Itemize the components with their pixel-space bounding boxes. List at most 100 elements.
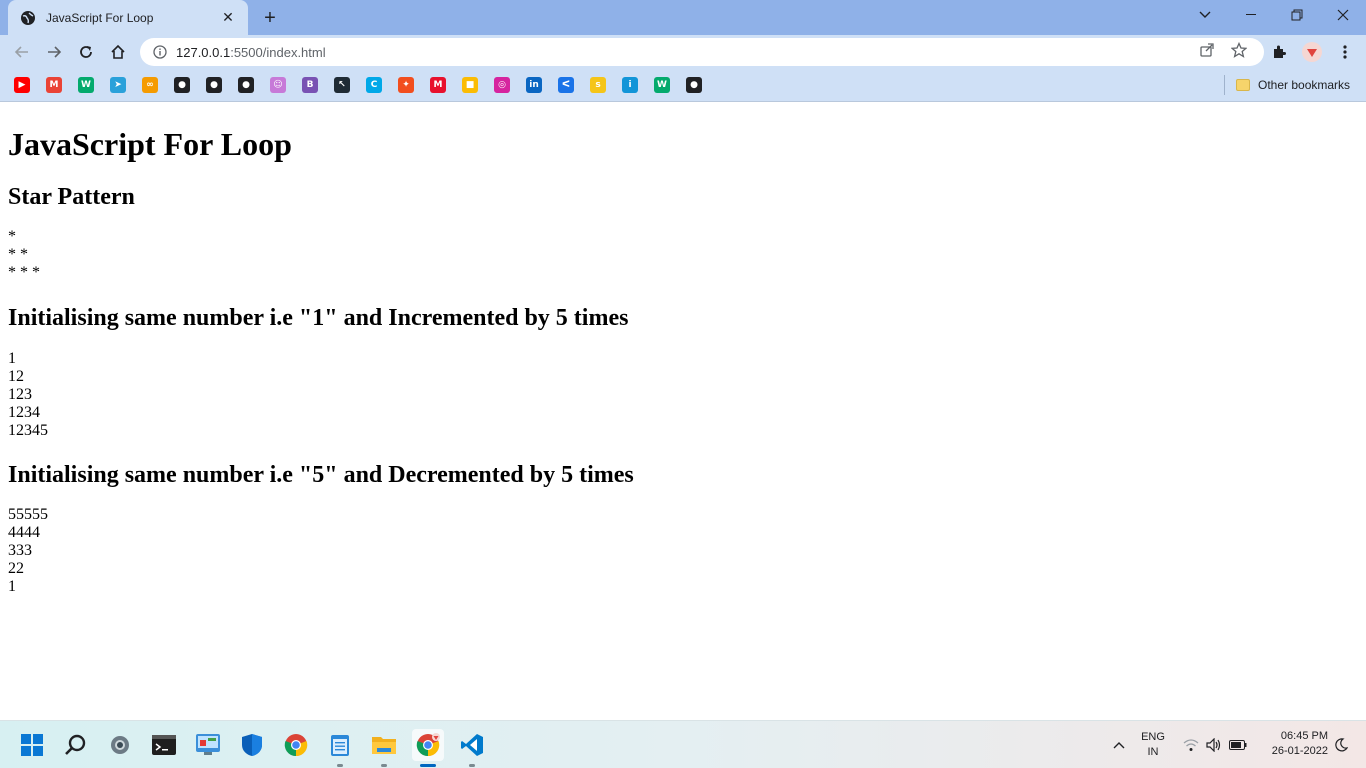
restore-button[interactable] xyxy=(1274,0,1320,30)
home-button[interactable] xyxy=(104,38,132,66)
bookmark-coursera-icon[interactable]: ∞ xyxy=(142,77,158,93)
windows-security-icon[interactable] xyxy=(236,729,268,761)
running-indicator xyxy=(381,764,387,767)
url-path: :5500/index.html xyxy=(230,44,326,60)
decrement-heading: Initialising same number i.e "5" and Dec… xyxy=(8,462,634,488)
star-heading: Star Pattern xyxy=(8,184,135,210)
page-title: JavaScript For Loop xyxy=(8,126,292,162)
share-icon[interactable] xyxy=(1198,41,1216,59)
bookmark-gmail-icon[interactable]: M xyxy=(46,77,62,93)
search-icon[interactable] xyxy=(60,729,92,761)
bookmarks-bar: Other bookmarks ▶ M W ➤ ∞ ● ● ● ☺ B ↖ C ✦ M ■ ◎ in ᐸ s i W ● xyxy=(0,69,1366,102)
minimize-button[interactable] xyxy=(1228,0,1274,30)
bookmark-keep-icon[interactable]: ■ xyxy=(462,77,478,93)
language-indicator[interactable]: ENG IN xyxy=(1136,730,1170,760)
active-indicator xyxy=(420,764,436,767)
decrement-line: 4444 xyxy=(8,524,40,541)
decrement-line: 1 xyxy=(8,578,16,595)
decrement-line: 333 xyxy=(8,542,32,559)
bookmark-cursor-icon[interactable]: ↖ xyxy=(334,77,350,93)
bookmark-kite-icon[interactable]: ᐸ xyxy=(558,77,574,93)
back-button[interactable] xyxy=(8,38,36,66)
bookmark-shine-icon[interactable]: s xyxy=(590,77,606,93)
running-indicator xyxy=(469,764,475,767)
url-text: 127.0.0.1:5500/index.html xyxy=(176,45,326,60)
bookmark-github-icon[interactable]: ● xyxy=(206,77,222,93)
bookmark-globe-icon[interactable]: ● xyxy=(174,77,190,93)
increment-line: 1234 xyxy=(8,404,40,421)
browser-titlebar: JavaScript For Loop ✕ + xyxy=(0,0,1366,35)
taskbar: ENG IN 06:45 PM 26-01-2022 xyxy=(0,720,1366,768)
chevron-up-icon[interactable] xyxy=(1110,736,1128,754)
bookmark-w3schools-icon[interactable]: W xyxy=(78,77,94,93)
language-line1: ENG xyxy=(1141,731,1165,743)
decrement-line: 22 xyxy=(8,560,24,577)
bookmark-figma-icon[interactable]: ✦ xyxy=(398,77,414,93)
windows-start-icon[interactable] xyxy=(16,729,48,761)
increment-line: 123 xyxy=(8,386,32,403)
bookmark-instagram-icon[interactable]: ◎ xyxy=(494,77,510,93)
tab-search-icon[interactable] xyxy=(1182,0,1228,30)
bookmark-w3schools-icon[interactable]: W xyxy=(654,77,670,93)
chrome-icon[interactable] xyxy=(280,729,312,761)
other-bookmarks[interactable]: Other bookmarks xyxy=(1236,76,1350,94)
increment-pattern: 1 12 123 1234 12345 xyxy=(8,350,48,440)
terminal-icon[interactable] xyxy=(148,729,180,761)
address-bar[interactable]: 127.0.0.1:5500/index.html xyxy=(140,38,1264,66)
new-tab-button[interactable]: + xyxy=(258,6,282,30)
bookmark-avatar-icon[interactable]: ☺ xyxy=(270,77,286,93)
url-host: 127.0.0.1 xyxy=(176,44,231,60)
extensions-icon[interactable] xyxy=(1268,41,1290,63)
close-tab-icon[interactable]: ✕ xyxy=(218,8,238,28)
decrement-line: 55555 xyxy=(8,506,48,523)
increment-heading: Initialising same number i.e "1" and Inc… xyxy=(8,305,629,331)
settings-gear-icon[interactable] xyxy=(104,729,136,761)
focus-moon-icon[interactable] xyxy=(1332,736,1350,754)
bookmark-star-icon[interactable] xyxy=(1230,41,1248,59)
browser-tab[interactable]: JavaScript For Loop ✕ xyxy=(8,0,248,35)
notepad-icon[interactable] xyxy=(324,729,356,767)
bookmarks-separator xyxy=(1224,75,1225,95)
clock[interactable]: 06:45 PM 26-01-2022 xyxy=(1258,729,1328,759)
bookmark-mail-icon[interactable]: M xyxy=(430,77,446,93)
wifi-icon[interactable] xyxy=(1182,736,1200,754)
star-line: * * * xyxy=(8,264,40,281)
chrome-active-icon[interactable] xyxy=(412,729,444,767)
other-bookmarks-label: Other bookmarks xyxy=(1258,78,1351,92)
file-explorer-icon[interactable] xyxy=(368,729,400,767)
menu-kebab-icon[interactable] xyxy=(1334,41,1356,63)
bookmark-github-icon[interactable]: ● xyxy=(238,77,254,93)
increment-line: 12 xyxy=(8,368,24,385)
tab-title: JavaScript For Loop xyxy=(46,10,154,25)
folder-icon xyxy=(1236,79,1250,91)
web-page: JavaScript For Loop Star Pattern * * * *… xyxy=(0,103,1366,720)
browser-toolbar: 127.0.0.1:5500/index.html xyxy=(0,35,1366,69)
battery-icon[interactable] xyxy=(1229,736,1247,754)
volume-icon[interactable] xyxy=(1205,736,1223,754)
control-panel-icon[interactable] xyxy=(192,729,224,761)
vscode-icon[interactable] xyxy=(456,729,488,767)
star-line: * * xyxy=(8,246,28,263)
increment-line: 12345 xyxy=(8,422,48,439)
bookmark-linkedin-icon[interactable]: in xyxy=(526,77,542,93)
increment-line: 1 xyxy=(8,350,16,367)
forward-button[interactable] xyxy=(40,38,68,66)
info-icon[interactable] xyxy=(152,44,168,60)
reload-button[interactable] xyxy=(72,38,100,66)
running-indicator xyxy=(337,764,343,767)
clock-time: 06:45 PM xyxy=(1280,730,1328,742)
language-line2: IN xyxy=(1147,746,1159,758)
star-line: * xyxy=(8,228,16,245)
bookmark-internshala-icon[interactable]: i xyxy=(622,77,638,93)
profile-avatar[interactable] xyxy=(1301,41,1323,63)
star-pattern: * * * * * * xyxy=(8,228,40,282)
globe-icon xyxy=(20,10,36,26)
bookmark-youtube-icon[interactable]: ▶ xyxy=(14,77,30,93)
close-window-button[interactable] xyxy=(1320,0,1366,30)
clock-date: 26-01-2022 xyxy=(1271,745,1328,757)
bookmark-github-icon[interactable]: ● xyxy=(686,77,702,93)
bookmark-telegram-icon[interactable]: ➤ xyxy=(110,77,126,93)
decrement-pattern: 55555 4444 333 22 1 xyxy=(8,506,48,596)
bookmark-canva-icon[interactable]: C xyxy=(366,77,382,93)
bookmark-bootstrap-icon[interactable]: B xyxy=(302,77,318,93)
